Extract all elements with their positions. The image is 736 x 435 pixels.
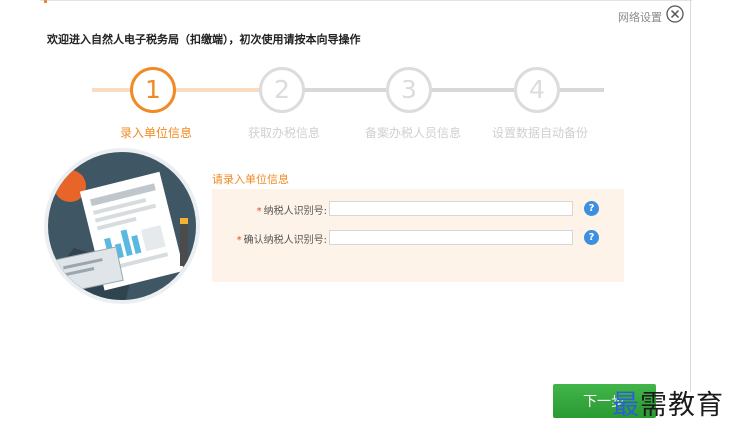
confirm-taxpayer-id-label: * 确认纳税人识别号: bbox=[237, 231, 327, 246]
step-2-circle: 2 bbox=[259, 67, 305, 113]
step-2-label: 获取办税信息 bbox=[247, 126, 321, 140]
taxpayer-id-input[interactable] bbox=[329, 201, 573, 216]
taxpayer-id-label-text: 纳税人识别号: bbox=[263, 206, 327, 217]
welcome-message: 欢迎进入自然人电子税务局（扣缴端），初次使用请按本向导操作 bbox=[47, 33, 361, 46]
step-1-label: 录入单位信息 bbox=[119, 126, 193, 140]
taxpayer-id-help-icon[interactable]: ? bbox=[584, 201, 599, 216]
step-3-circle: 3 bbox=[386, 67, 432, 113]
step-3-label: 备案办税人员信息 bbox=[364, 126, 462, 140]
step-4-label: 设置数据自动备份 bbox=[491, 126, 589, 140]
required-mark: * bbox=[236, 235, 242, 246]
confirm-taxpayer-id-label-text: 确认纳税人识别号: bbox=[243, 235, 327, 246]
window-corner-mark bbox=[44, 0, 47, 3]
window-top-border bbox=[40, 0, 692, 1]
step-4-circle: 4 bbox=[514, 67, 560, 113]
watermark-first-char: 最 bbox=[612, 390, 640, 421]
close-icon[interactable] bbox=[666, 5, 684, 23]
watermark: 最需教育 bbox=[612, 383, 724, 422]
taxpayer-id-label: * 纳税人识别号: bbox=[257, 202, 327, 217]
form-heading: 请录入单位信息 bbox=[212, 173, 289, 186]
step-1-circle: 1 bbox=[130, 67, 176, 113]
window-right-border bbox=[690, 0, 691, 392]
steps-progress-fill bbox=[92, 88, 262, 92]
watermark-rest: 需教育 bbox=[640, 390, 724, 421]
confirm-taxpayer-id-input[interactable] bbox=[329, 230, 573, 245]
network-settings-link[interactable]: 网络设置 bbox=[618, 9, 662, 25]
confirm-taxpayer-id-help-icon[interactable]: ? bbox=[584, 230, 599, 245]
required-mark: * bbox=[256, 206, 262, 217]
document-illustration bbox=[44, 148, 200, 304]
